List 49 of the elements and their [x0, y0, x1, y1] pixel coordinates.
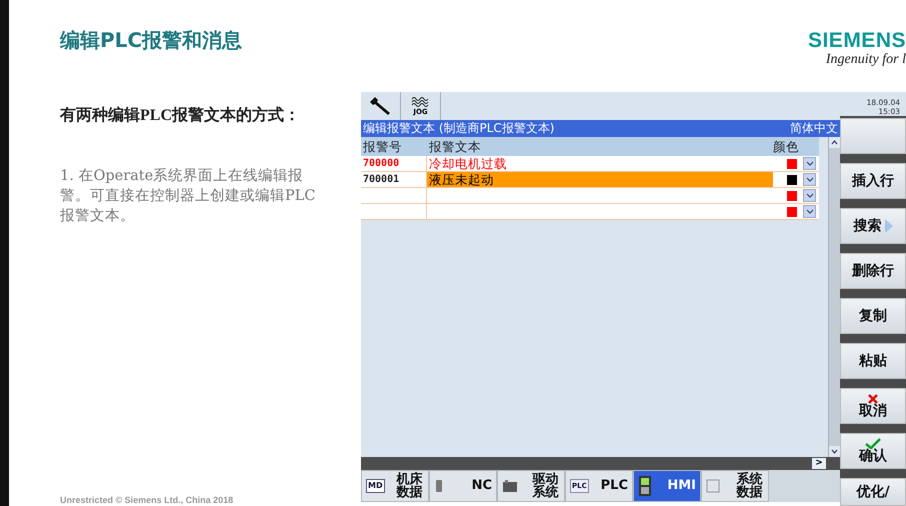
- softkey[interactable]: 删除行: [840, 253, 906, 289]
- triangle-icon: [884, 219, 892, 233]
- logo-tagline: Ingenuity for l: [826, 52, 906, 68]
- cabinet-icon: [502, 479, 518, 493]
- language-label: 简体中文: [790, 120, 838, 137]
- chevron-down-icon: [806, 209, 814, 214]
- alarm-number-cell: 700000: [361, 156, 427, 171]
- chevron-down-icon: [806, 193, 814, 198]
- bottom-softkey[interactable]: 驱动系统: [497, 470, 565, 502]
- alarm-text-cell[interactable]: 冷却电机过载: [427, 156, 773, 171]
- alarm-text-cell[interactable]: 液压未起动: [427, 172, 773, 187]
- chevron-down-icon: [806, 177, 814, 182]
- bottom-softkey[interactable]: NC: [429, 470, 497, 502]
- check-icon: [865, 438, 881, 449]
- column-header: 颜色: [773, 138, 800, 156]
- dropdown-button[interactable]: [803, 205, 816, 218]
- column-header: 报警号: [362, 138, 403, 156]
- dropdown-button[interactable]: [803, 173, 816, 186]
- chevron-down-icon: [806, 161, 814, 166]
- dropdown-button[interactable]: [803, 189, 816, 202]
- softkey[interactable]: 粘贴: [840, 343, 906, 379]
- bottom-softkey[interactable]: HMI: [633, 470, 701, 502]
- bottom-softkey[interactable]: 系统数据: [701, 470, 769, 502]
- chevron-up-icon[interactable]: [831, 140, 838, 145]
- softkey[interactable]: 复制: [840, 298, 906, 334]
- screen-title: 编辑报警文本 (制造商PLC报警文本): [363, 120, 554, 137]
- bottom-softkey[interactable]: MD 机床数据: [361, 470, 429, 502]
- dropdown-button[interactable]: [803, 157, 816, 170]
- footer-text: Unrestricted © Siemens Ltd., China 2018: [60, 494, 234, 506]
- softkey[interactable]: 确认: [840, 433, 906, 469]
- scrollbar[interactable]: [828, 137, 840, 457]
- logo-wordmark: SIEMENS: [808, 30, 906, 52]
- cross-icon: [867, 394, 879, 404]
- slide-title: 编辑PLC报警和消息: [60, 27, 242, 53]
- panel-icon: [638, 475, 652, 497]
- step-text: 1. 在Operate系统界面上在线编辑报警。可直接在控制器上创建或编辑PLC报警文本。: [60, 167, 316, 226]
- softkey[interactable]: 搜索: [840, 208, 906, 244]
- column-header: 报警文本: [428, 138, 482, 156]
- softkey[interactable]: 优化/: [840, 478, 906, 506]
- label-icon: MD: [366, 479, 385, 493]
- softkey[interactable]: 插入行: [840, 163, 906, 199]
- intro-text: 有两种编辑PLC报警文本的方式：: [60, 105, 301, 126]
- wrench-icon: [368, 96, 392, 116]
- device-icon: [434, 479, 444, 493]
- chevron-down-icon[interactable]: [831, 449, 838, 454]
- wave-icon: [410, 96, 430, 108]
- softkey[interactable]: 取消: [840, 388, 906, 424]
- square-icon: [706, 479, 720, 493]
- scroll-right-button[interactable]: >: [812, 458, 826, 469]
